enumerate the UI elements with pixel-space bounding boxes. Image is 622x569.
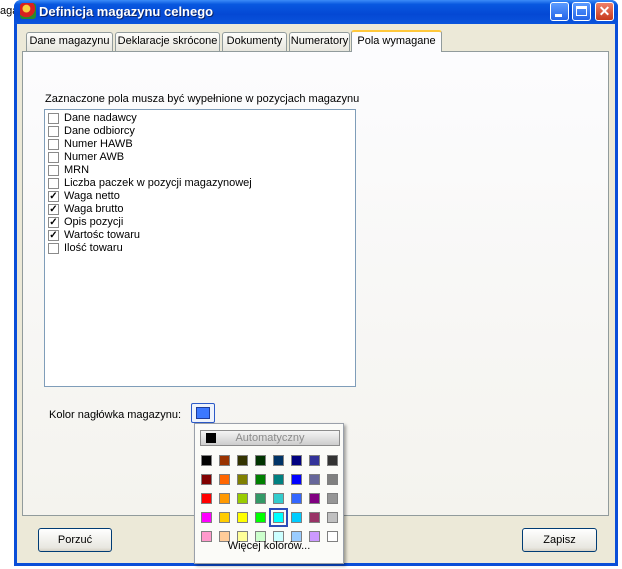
- required-field-label: Opis pozycji: [64, 216, 124, 228]
- cancel-button[interactable]: Porzuć: [38, 528, 112, 552]
- automatic-color-button[interactable]: Automatyczny: [200, 430, 340, 446]
- header-color-picker-button[interactable]: [191, 403, 215, 423]
- color-swatch[interactable]: [273, 474, 284, 485]
- dialog-client-area: Dane magazynu Deklaracje skrócone Dokume…: [17, 24, 615, 564]
- checkbox[interactable]: [48, 243, 59, 254]
- color-swatch[interactable]: [327, 455, 338, 466]
- checkbox[interactable]: ✓: [48, 230, 59, 241]
- dialog-window: Definicja magazynu celnego ✕ Dane magazy…: [14, 0, 618, 566]
- color-swatch[interactable]: [291, 512, 302, 523]
- color-swatch[interactable]: [255, 455, 266, 466]
- maximize-button[interactable]: [572, 2, 591, 21]
- color-swatch[interactable]: [309, 474, 320, 485]
- color-swatch[interactable]: [201, 455, 212, 466]
- maximize-icon: [576, 6, 587, 16]
- automatic-color-label: Automatyczny: [235, 432, 305, 444]
- checkbox[interactable]: [48, 139, 59, 150]
- color-swatch[interactable]: [309, 493, 320, 504]
- color-swatch[interactable]: [237, 512, 248, 523]
- checkbox[interactable]: [48, 126, 59, 137]
- minimize-button[interactable]: [550, 2, 569, 21]
- checkbox[interactable]: ✓: [48, 204, 59, 215]
- title-bar[interactable]: Definicja magazynu celnego ✕: [14, 0, 618, 24]
- more-colors-button[interactable]: Więcej kolorów...: [195, 540, 343, 552]
- tab-dokumenty[interactable]: Dokumenty: [222, 32, 287, 51]
- checkbox[interactable]: [48, 152, 59, 163]
- tab-pola-wymagane[interactable]: Pola wymagane: [351, 30, 442, 52]
- background-window-fragment: aga: [0, 0, 14, 24]
- color-swatch[interactable]: [327, 512, 338, 523]
- color-swatch[interactable]: [201, 493, 212, 504]
- color-swatch[interactable]: [201, 474, 212, 485]
- app-icon: [20, 3, 36, 19]
- color-swatch[interactable]: [309, 455, 320, 466]
- required-field-label: Waga netto: [64, 190, 120, 202]
- checkbox[interactable]: [48, 178, 59, 189]
- color-swatch[interactable]: [269, 508, 288, 527]
- required-field-label: Numer HAWB: [64, 138, 133, 150]
- close-button[interactable]: ✕: [595, 2, 614, 21]
- color-swatch[interactable]: [237, 455, 248, 466]
- checkbox[interactable]: ✓: [48, 191, 59, 202]
- required-field-label: MRN: [64, 164, 90, 176]
- required-field-label: Waga brutto: [64, 203, 124, 215]
- checkbox[interactable]: ✓: [48, 217, 59, 228]
- color-swatch[interactable]: [219, 493, 230, 504]
- color-palette-popup: Automatyczny Więcej kolorów...: [194, 423, 344, 564]
- color-swatch[interactable]: [291, 493, 302, 504]
- color-swatch[interactable]: [291, 474, 302, 485]
- required-field-label: Dane nadawcy: [64, 112, 137, 124]
- color-swatch[interactable]: [309, 512, 320, 523]
- color-swatch[interactable]: [273, 493, 284, 504]
- required-field-label: Liczba paczek w pozycji magazynowej: [64, 177, 252, 189]
- window-title: Definicja magazynu celnego: [39, 4, 214, 19]
- save-button[interactable]: Zapisz: [522, 528, 597, 552]
- instruction-text: Zaznaczone pola musza być wypełnione w p…: [45, 93, 360, 105]
- color-swatch[interactable]: [237, 474, 248, 485]
- color-swatch[interactable]: [237, 493, 248, 504]
- color-swatch[interactable]: [327, 493, 338, 504]
- color-swatch[interactable]: [255, 493, 266, 504]
- color-swatch[interactable]: [255, 512, 266, 523]
- tab-dane-magazynu[interactable]: Dane magazynu: [26, 32, 113, 51]
- color-swatch[interactable]: [273, 455, 284, 466]
- color-swatch[interactable]: [219, 455, 230, 466]
- color-swatch[interactable]: [255, 474, 266, 485]
- color-swatch[interactable]: [219, 474, 230, 485]
- color-swatch[interactable]: [327, 474, 338, 485]
- required-field-label: Ilość towaru: [64, 242, 123, 254]
- color-swatch[interactable]: [201, 512, 212, 523]
- required-fields-list[interactable]: Dane nadawcy Dane odbiorcy Numer HAWB Nu…: [44, 109, 356, 387]
- required-field-label: Wartośc towaru: [64, 229, 141, 241]
- minimize-icon: [555, 14, 562, 17]
- required-field-label: Numer AWB: [64, 151, 125, 163]
- checkbox[interactable]: [48, 113, 59, 124]
- color-swatch[interactable]: [219, 512, 230, 523]
- header-color-swatch: [196, 407, 210, 419]
- color-swatch[interactable]: [291, 455, 302, 466]
- tab-panel-pola-wymagane: Zaznaczone pola musza być wypełnione w p…: [22, 51, 609, 564]
- tab-numeratory[interactable]: Numeratory: [289, 32, 350, 51]
- close-icon: ✕: [598, 3, 611, 19]
- tab-deklaracje-skrocone[interactable]: Deklaracje skrócone: [115, 32, 220, 51]
- required-field-label: Dane odbiorcy: [64, 125, 135, 137]
- checkbox[interactable]: [48, 165, 59, 176]
- header-color-label: Kolor nagłówka magazynu:: [49, 409, 182, 421]
